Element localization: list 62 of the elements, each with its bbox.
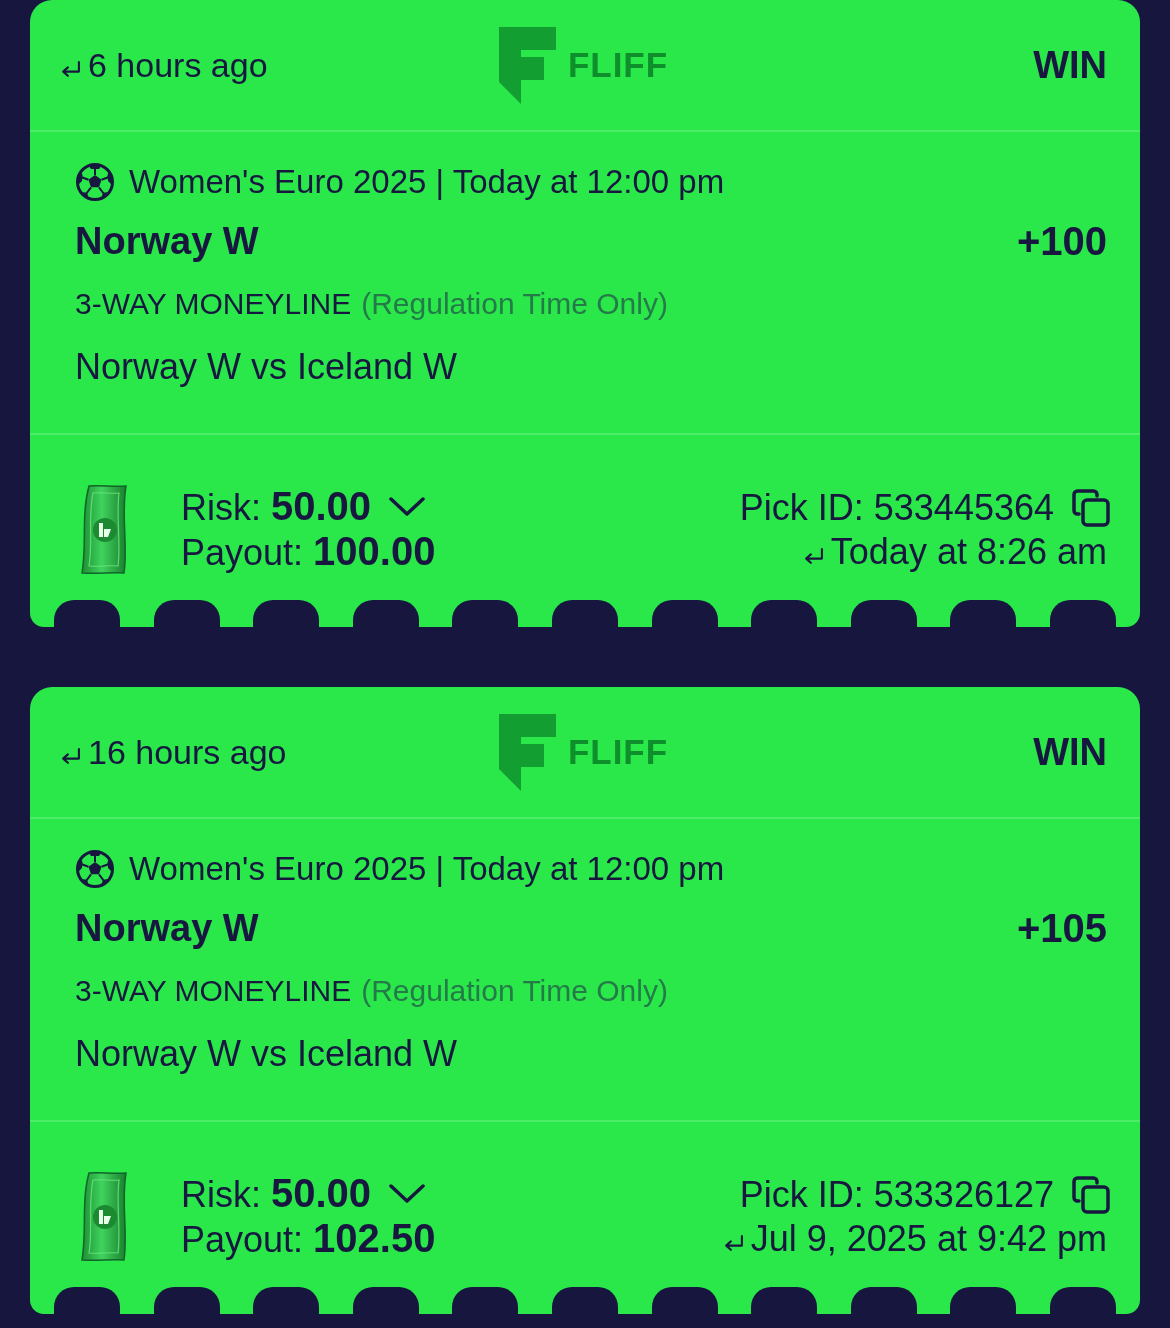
- ticket-notch: [950, 600, 1017, 627]
- ticket-notch: [1049, 600, 1116, 627]
- pick-id: Pick ID: 533326127: [739, 1174, 1054, 1216]
- odds-value: +100: [1016, 218, 1107, 264]
- soccer-ball-icon: [75, 162, 115, 202]
- placed-date-time: Today at 8:26 am: [830, 531, 1107, 573]
- ticket-notch: [352, 1287, 419, 1314]
- ticket-notch: [153, 600, 220, 627]
- ticket-notch: [253, 600, 320, 627]
- placed-time-ago: 16 hours ago: [88, 732, 287, 772]
- return-arrow-icon: [722, 1234, 744, 1252]
- ticket-notch: [751, 600, 818, 627]
- market-note: (Regulation Time Only): [361, 974, 668, 1008]
- market-note: (Regulation Time Only): [361, 287, 668, 321]
- ticket-notch: [651, 600, 718, 627]
- ticket-notch: [253, 1287, 320, 1314]
- league-and-start-time: Women's Euro 2025 | Today at 12:00 pm: [129, 163, 725, 201]
- ticket-notch: [651, 1287, 718, 1314]
- placed-date-time: Jul 9, 2025 at 9:42 pm: [750, 1218, 1107, 1260]
- ticket-notch: [551, 1287, 618, 1314]
- odds-value: +105: [1016, 905, 1107, 951]
- matchup-text: Norway W vs Iceland W: [75, 346, 458, 388]
- soccer-ball-icon: [75, 849, 115, 889]
- chevron-down-icon[interactable]: [389, 497, 426, 517]
- selection-name: Norway W: [75, 906, 259, 950]
- ticket-notch: [452, 1287, 519, 1314]
- logo-mark-icon: [498, 26, 556, 104]
- market-type: 3-WAY MONEYLINE: [75, 974, 352, 1008]
- risk-amount: Risk: 50.00: [181, 1171, 372, 1217]
- ticket-notch: [1049, 1287, 1116, 1314]
- copy-icon[interactable]: [1072, 1176, 1110, 1214]
- return-arrow-icon: [802, 547, 824, 565]
- selection-name: Norway W: [75, 219, 259, 263]
- ticket-notch: [751, 1287, 818, 1314]
- payout-amount: Payout: 102.50: [181, 1216, 436, 1262]
- matchup-text: Norway W vs Iceland W: [75, 1033, 458, 1075]
- chevron-down-icon[interactable]: [389, 1184, 426, 1204]
- ticket-notch: [54, 1287, 120, 1314]
- ticket-notch: [850, 600, 917, 627]
- logo-text: FLIFF: [567, 45, 669, 85]
- logo-text: FLIFF: [567, 732, 669, 772]
- payout-amount: Payout: 100.00: [181, 529, 436, 575]
- ticket-notch: [850, 1287, 917, 1314]
- pick-id: Pick ID: 533445364: [739, 487, 1054, 529]
- risk-amount: Risk: 50.00: [181, 484, 372, 530]
- placed-time-ago: 6 hours ago: [88, 45, 268, 85]
- ticket-notch: [352, 600, 419, 627]
- return-arrow-icon: [60, 60, 81, 78]
- copy-icon[interactable]: [1072, 489, 1110, 527]
- ticket-notch: [54, 600, 120, 627]
- ticket-notch: [452, 600, 519, 627]
- return-arrow-icon: [60, 747, 81, 765]
- banknote-icon: [80, 1172, 128, 1262]
- ticket-notch: [153, 1287, 220, 1314]
- league-and-start-time: Women's Euro 2025 | Today at 12:00 pm: [129, 850, 725, 888]
- market-type: 3-WAY MONEYLINE: [75, 287, 352, 321]
- banknote-icon: [80, 485, 128, 575]
- logo-mark-icon: [498, 713, 556, 791]
- result-label: WIN: [1033, 43, 1107, 87]
- ticket-notch: [551, 600, 618, 627]
- ticket-notch: [950, 1287, 1017, 1314]
- result-label: WIN: [1033, 730, 1107, 774]
